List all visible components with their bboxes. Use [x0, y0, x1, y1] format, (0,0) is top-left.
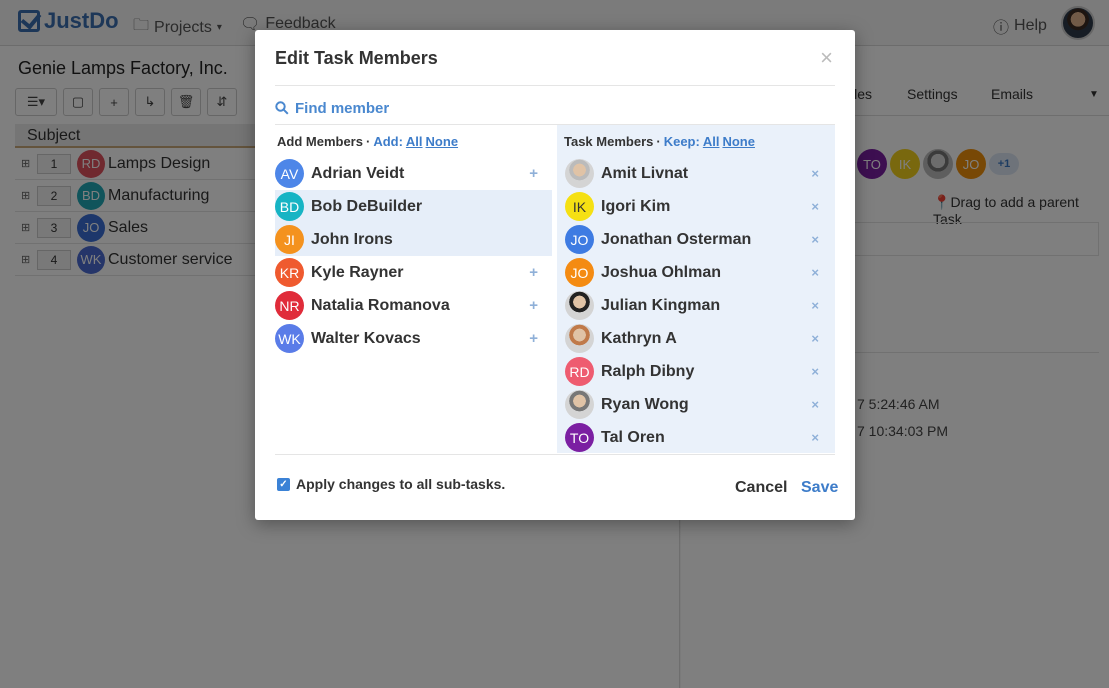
- add-label: Add:: [373, 133, 403, 149]
- member-name: Joshua Ohlman: [601, 263, 722, 281]
- task-members-column: Task Members · Keep: All None Amit Livna…: [557, 125, 835, 453]
- remove-member-icon[interactable]: ×: [811, 232, 819, 247]
- member-avatar: JI: [275, 225, 304, 254]
- cancel-button[interactable]: Cancel: [735, 479, 787, 497]
- add-none-link[interactable]: None: [426, 134, 459, 149]
- member-name: Ralph Dibny: [601, 362, 695, 380]
- member-avatar: WK: [275, 324, 304, 353]
- task-member-row[interactable]: Amit Livnat ×: [557, 157, 835, 190]
- separator-dot: ·: [365, 133, 371, 149]
- member-search: [275, 96, 575, 120]
- task-member-row[interactable]: Julian Kingman ×: [557, 289, 835, 322]
- add-member-icon[interactable]: +: [529, 330, 538, 347]
- add-members-column: Add Members · Add: All None AV Adrian Vei…: [275, 125, 555, 453]
- add-member-row[interactable]: BD Bob DeBuilder: [275, 190, 552, 223]
- add-members-title: Add Members: [277, 133, 363, 149]
- add-member-row[interactable]: JI John Irons: [275, 223, 552, 256]
- member-avatar: BD: [275, 192, 304, 221]
- apply-subtasks-checkbox[interactable]: ✓: [277, 477, 290, 491]
- find-member-input[interactable]: [295, 99, 555, 117]
- remove-member-icon[interactable]: ×: [811, 397, 819, 412]
- member-name: Amit Livnat: [601, 164, 689, 182]
- apply-subtasks-option[interactable]: ✓ Apply changes to all sub-tasks.: [277, 476, 505, 492]
- footer-divider: [275, 454, 835, 455]
- task-member-row[interactable]: Kathryn A ×: [557, 322, 835, 355]
- member-name: Adrian Veidt: [311, 164, 405, 182]
- add-member-icon[interactable]: +: [529, 165, 538, 182]
- task-member-row[interactable]: JO Jonathan Osterman ×: [557, 223, 835, 256]
- member-avatar: AV: [275, 159, 304, 188]
- member-name: Kyle Rayner: [311, 263, 404, 281]
- task-member-row[interactable]: RD Ralph Dibny ×: [557, 355, 835, 388]
- add-member-icon[interactable]: +: [529, 297, 538, 314]
- member-avatar: [565, 324, 594, 353]
- member-name: Natalia Romanova: [311, 296, 450, 314]
- add-member-row[interactable]: KR Kyle Rayner +: [275, 256, 552, 289]
- task-member-row[interactable]: Ryan Wong ×: [557, 388, 835, 421]
- task-members-header: Task Members · Keep: All None: [557, 125, 835, 157]
- task-member-row[interactable]: TO Tal Oren ×: [557, 421, 835, 454]
- add-member-row[interactable]: AV Adrian Veidt +: [275, 157, 552, 190]
- dialog-title: Edit Task Members: [275, 48, 438, 68]
- member-avatar: JO: [565, 258, 594, 287]
- add-member-row[interactable]: WK Walter Kovacs +: [275, 322, 552, 355]
- member-name: Walter Kovacs: [311, 329, 421, 347]
- member-avatar: IK: [565, 192, 594, 221]
- task-members-title: Task Members: [564, 133, 654, 149]
- remove-member-icon[interactable]: ×: [811, 331, 819, 346]
- member-name: Igori Kim: [601, 197, 671, 215]
- member-name: Julian Kingman: [601, 296, 721, 314]
- member-avatar: TO: [565, 423, 594, 452]
- member-avatar: NR: [275, 291, 304, 320]
- add-member-icon[interactable]: +: [529, 264, 538, 281]
- member-name: Tal Oren: [601, 428, 665, 446]
- search-icon: [275, 101, 289, 115]
- remove-member-icon[interactable]: ×: [811, 364, 819, 379]
- member-avatar: RD: [565, 357, 594, 386]
- task-member-row[interactable]: IK Igori Kim ×: [557, 190, 835, 223]
- member-avatar: JO: [565, 225, 594, 254]
- member-name: Bob DeBuilder: [311, 197, 423, 215]
- member-avatar: [565, 291, 594, 320]
- keep-all-link[interactable]: All: [703, 134, 720, 149]
- remove-member-icon[interactable]: ×: [811, 166, 819, 181]
- member-name: Jonathan Osterman: [601, 230, 752, 248]
- remove-member-icon[interactable]: ×: [811, 430, 819, 445]
- task-member-row[interactable]: JO Joshua Ohlman ×: [557, 256, 835, 289]
- member-avatar: KR: [275, 258, 304, 287]
- member-name: John Irons: [311, 230, 393, 248]
- remove-member-icon[interactable]: ×: [811, 199, 819, 214]
- add-members-header: Add Members · Add: All None: [275, 125, 555, 157]
- remove-member-icon[interactable]: ×: [811, 298, 819, 313]
- add-member-row[interactable]: NR Natalia Romanova +: [275, 289, 552, 322]
- save-button[interactable]: Save: [801, 479, 838, 497]
- close-icon[interactable]: ×: [820, 47, 833, 69]
- member-name: Kathryn A: [601, 329, 677, 347]
- edit-task-members-dialog: Edit Task Members × Add Members · Add: A…: [255, 30, 855, 520]
- add-all-link[interactable]: All: [406, 134, 423, 149]
- header-divider: [275, 85, 835, 86]
- member-name: Ryan Wong: [601, 395, 689, 413]
- member-avatar: [565, 390, 594, 419]
- remove-member-icon[interactable]: ×: [811, 265, 819, 280]
- keep-none-link[interactable]: None: [722, 134, 755, 149]
- separator-dot: ·: [656, 133, 661, 149]
- keep-label: Keep:: [663, 133, 700, 149]
- member-avatar: [565, 159, 594, 188]
- apply-subtasks-label: Apply changes to all sub-tasks.: [296, 476, 506, 492]
